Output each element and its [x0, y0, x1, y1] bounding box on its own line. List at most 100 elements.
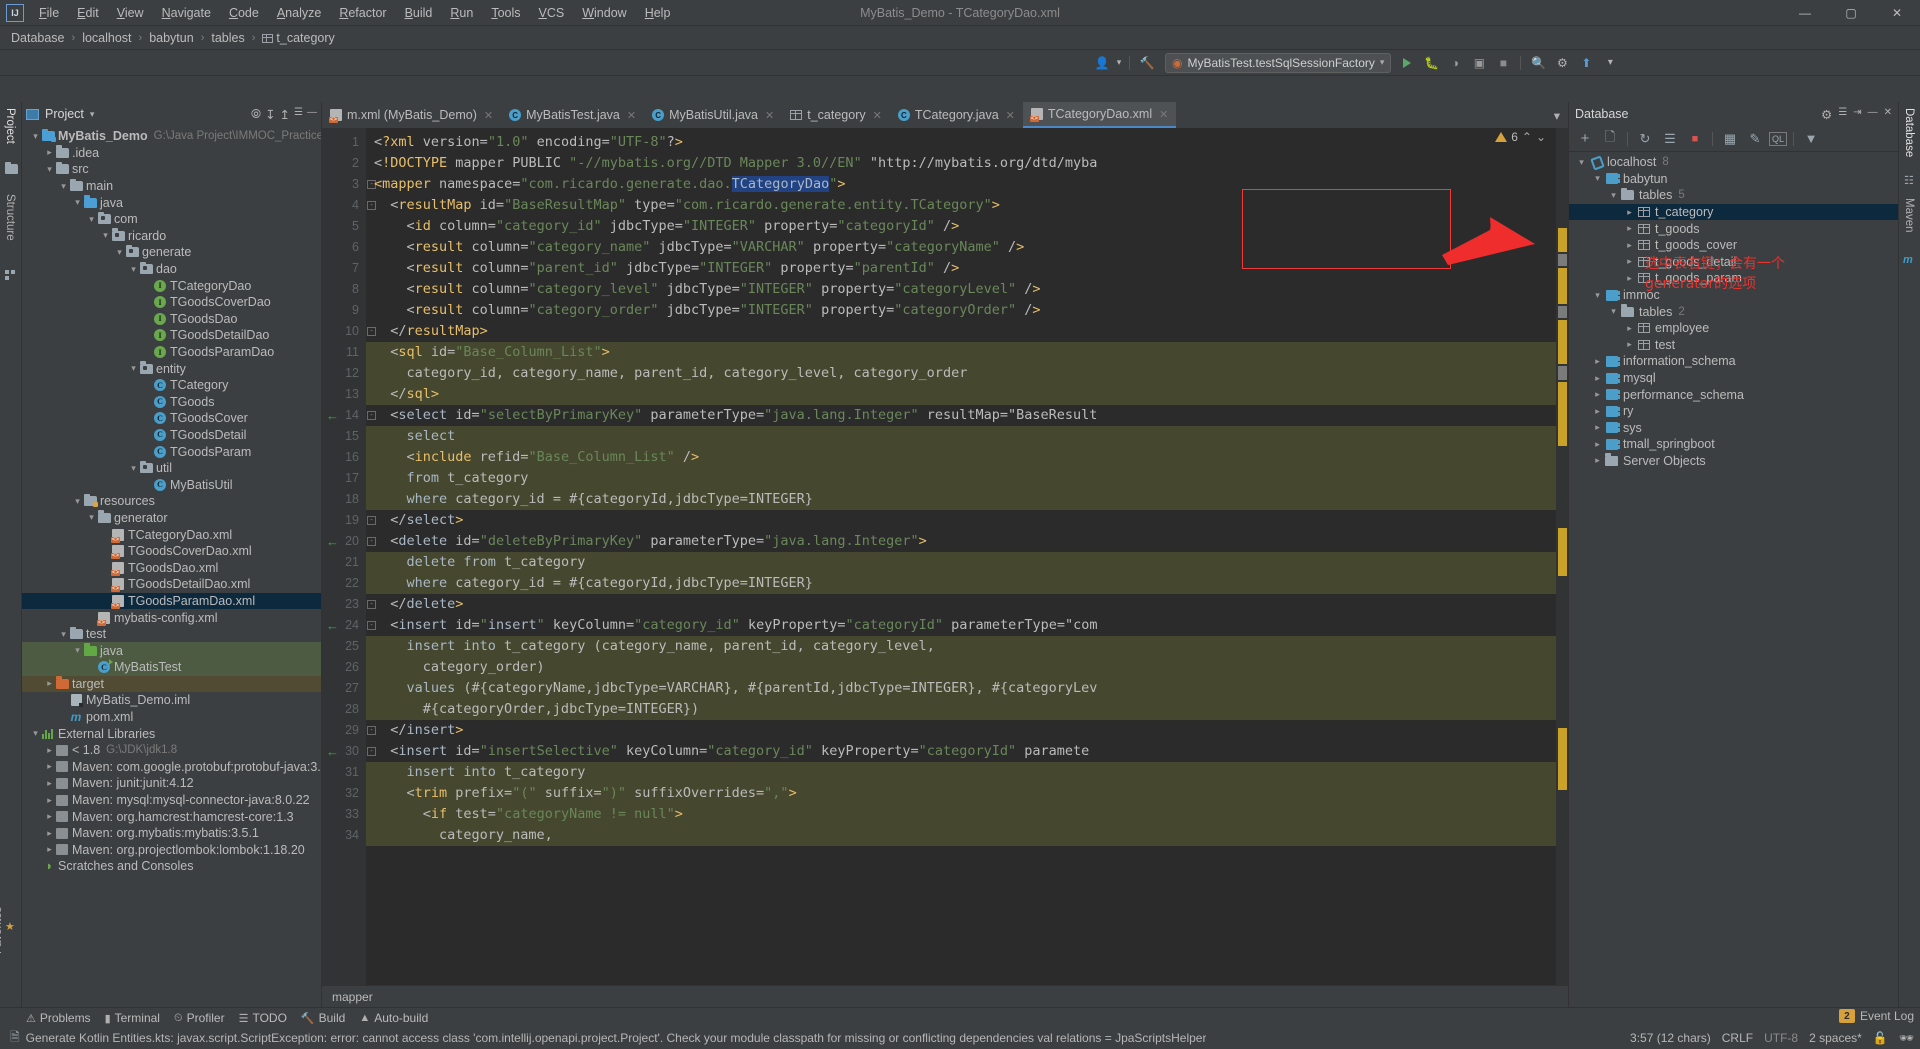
menu-code[interactable]: Code — [220, 3, 268, 23]
menu-tools[interactable]: Tools — [482, 3, 529, 23]
code-line[interactable]: <?xml version="1.0" encoding="UTF-8"?> — [366, 132, 1556, 153]
stripe-button-structure[interactable]: Structure — [4, 194, 16, 241]
window-controls[interactable]: — ▢ ✕ — [1782, 0, 1920, 26]
chevron-right-icon[interactable]: ▸ — [1623, 323, 1636, 334]
database-tree-row[interactable]: ▸ t_goods_param — [1569, 270, 1898, 287]
file-encoding[interactable]: UTF-8 — [1764, 1031, 1798, 1045]
chevron-down-icon[interactable]: ▾ — [1591, 290, 1604, 301]
project-tree-row[interactable]: TGoodsDao.xml — [22, 559, 321, 576]
stop-button[interactable]: ■ — [1491, 52, 1515, 74]
tabs-overflow-icon[interactable]: ▾ — [1546, 102, 1568, 128]
breadcrumb-item-babytun[interactable]: babytun — [146, 30, 196, 46]
project-tree-row[interactable]: C TGoods — [22, 394, 321, 411]
code-line[interactable]: where category_id = #{categoryId,jdbcTyp… — [366, 573, 1556, 594]
chevron-down-icon[interactable]: ▾ — [90, 109, 95, 120]
database-tree-row[interactable]: ▸ performance_schema — [1569, 386, 1898, 403]
chevron-down-icon[interactable]: ▾ — [30, 728, 41, 739]
project-tree-row[interactable]: C TGoodsCover — [22, 410, 321, 427]
overflow-menu-icon[interactable]: ▾ — [1598, 52, 1622, 74]
project-tree-row[interactable]: ▾ External Libraries — [22, 725, 321, 742]
menu-bar[interactable]: File Edit View Navigate Code Analyze Refactor B… — [30, 3, 679, 23]
code-content[interactable]: <?xml version="1.0" encoding="UTF-8"?> <!… — [366, 128, 1556, 985]
project-tree-row[interactable]: ▸ Maven: org.hamcrest:hamcrest-core:1.3 — [22, 808, 321, 825]
profile-button[interactable]: ▣ — [1467, 52, 1491, 74]
editor-scrollbar[interactable] — [1556, 128, 1568, 985]
left-tool-stripe[interactable]: Project Structure Favorites ★ — [0, 102, 22, 1007]
chevron-right-icon[interactable]: ▸ — [44, 795, 55, 806]
code-line[interactable]: category_order) — [366, 657, 1556, 678]
menu-navigate[interactable]: Navigate — [153, 3, 220, 23]
hammer-build-icon[interactable]: 🔨 — [1135, 52, 1159, 74]
code-line[interactable]: </insert> — [366, 720, 1556, 741]
menu-analyze[interactable]: Analyze — [268, 3, 330, 23]
inspection-widget[interactable]: 6 ⌃ ⌄ — [1495, 130, 1546, 144]
project-tree-row[interactable]: TGoodsParamDao.xml — [22, 592, 321, 610]
chevron-right-icon[interactable]: ▸ — [44, 844, 55, 855]
chevron-right-icon[interactable]: ▸ — [1591, 422, 1604, 433]
sql-statement-marker-icon[interactable]: ← — [326, 531, 339, 552]
sql-statement-marker-icon[interactable]: ← — [326, 741, 339, 762]
breadcrumb-item-database[interactable]: Database — [8, 30, 68, 46]
code-line[interactable]: <delete id="deleteByPrimaryKey" paramete… — [366, 531, 1556, 552]
chevron-down-icon[interactable]: ▾ — [100, 230, 111, 241]
database-tree-row[interactable]: ▸ t_goods — [1569, 220, 1898, 237]
project-tree[interactable]: ▾ MyBatis_Demo G:\Java Project\IMMOC_Pract… — [22, 126, 321, 1007]
database-tree-row[interactable]: ▸ information_schema — [1569, 353, 1898, 370]
code-line[interactable]: <select id="selectByPrimaryKey" paramete… — [366, 405, 1556, 426]
database-tree-row[interactable]: ▸ t_goods_detail — [1569, 254, 1898, 271]
chevron-right-icon[interactable]: ▸ — [1623, 256, 1636, 267]
code-line[interactable]: <insert id="insertSelective" keyColumn="… — [366, 741, 1556, 762]
update-project-icon[interactable]: ⬆ — [1574, 52, 1598, 74]
code-line[interactable]: <result column="category_level" jdbcType… — [366, 279, 1556, 300]
chevron-right-icon[interactable]: ▸ — [1591, 439, 1604, 450]
sql-statement-marker-icon[interactable]: ← — [326, 405, 339, 426]
project-tree-row[interactable]: ◑ Scratches and Consoles — [22, 858, 321, 875]
editor-tab-tcategory-java[interactable]: C TCategory.java ✕ — [890, 102, 1023, 128]
code-line[interactable]: #{categoryOrder,jdbcType=INTEGER}) — [366, 699, 1556, 720]
chevron-right-icon[interactable]: ▸ — [44, 745, 55, 756]
project-tree-row[interactable]: ▾ entity — [22, 360, 321, 377]
add-icon[interactable]: + — [1574, 129, 1596, 149]
database-tree[interactable]: ▾ localhost 8 ▾ babytun ▾ tables 5 ▸ t_category ▸ t… — [1569, 152, 1898, 1007]
stripe-button-database[interactable]: Database — [1903, 108, 1915, 157]
tool-button-terminal[interactable]: ▮ Terminal — [105, 1011, 160, 1025]
database-tree-row[interactable]: ▸ mysql — [1569, 370, 1898, 387]
right-tool-stripe[interactable]: Database ☷ Maven m — [1898, 102, 1920, 1007]
expand-all-icon[interactable]: ↧ — [265, 107, 275, 122]
database-tree-row[interactable]: ▸ employee — [1569, 320, 1898, 337]
close-icon[interactable]: ✕ — [765, 109, 774, 122]
code-line[interactable]: <id column="category_id" jdbcType="INTEG… — [366, 216, 1556, 237]
breadcrumb-item-t_category[interactable]: t_category — [259, 30, 337, 46]
scroll-from-source-icon[interactable]: ⦾ — [251, 107, 261, 122]
project-tree-row[interactable]: C MyBatisUtil — [22, 476, 321, 493]
db-minimize-icon[interactable]: — — [1868, 107, 1878, 122]
tool-button-profiler[interactable]: ⏲ Profiler — [174, 1011, 225, 1025]
code-line[interactable]: </resultMap> — [366, 321, 1556, 342]
database-tree-row[interactable]: ▾ immoc — [1569, 287, 1898, 304]
status-message[interactable]: Generate Kotlin Entities.kts: javax.scri… — [26, 1031, 1206, 1045]
database-tree-row[interactable]: ▾ localhost 8 — [1569, 154, 1898, 171]
code-line[interactable]: <trim prefix="(" suffix=")" suffixOverri… — [366, 783, 1556, 804]
code-line[interactable]: select — [366, 426, 1556, 447]
chevron-right-icon[interactable]: ▸ — [1623, 273, 1636, 284]
project-tree-row[interactable]: I TGoodsDetailDao — [22, 327, 321, 344]
chevron-down-icon[interactable]: ▾ — [86, 214, 97, 225]
menu-edit[interactable]: Edit — [68, 3, 108, 23]
chevron-right-icon[interactable]: ▸ — [44, 147, 55, 158]
code-line[interactable]: <include refid="Base_Column_List" /> — [366, 447, 1556, 468]
database-tree-row[interactable]: ▸ t_goods_cover — [1569, 237, 1898, 254]
project-tree-row[interactable]: MyBatis_Demo.iml — [22, 692, 321, 709]
chevron-down-icon[interactable]: ▾ — [30, 131, 41, 142]
table-editor-icon[interactable]: ▦ — [1719, 129, 1741, 149]
project-tree-row[interactable]: ▸ Maven: mysql:mysql-connector-java:8.0.2… — [22, 792, 321, 809]
project-tree-row[interactable]: ▸ Maven: junit:junit:4.12 — [22, 775, 321, 792]
lock-icon[interactable]: 🔓 — [1873, 1031, 1888, 1045]
line-separator[interactable]: CRLF — [1722, 1031, 1753, 1045]
close-icon[interactable]: ✕ — [1159, 108, 1168, 121]
close-icon[interactable]: ✕ — [873, 109, 882, 122]
refresh-icon[interactable]: ↻ — [1634, 129, 1656, 149]
chevron-down-icon[interactable]: ▾ — [58, 181, 69, 192]
db-options-icon[interactable]: ☰ — [1838, 107, 1847, 122]
project-tree-row[interactable]: ▾ util — [22, 460, 321, 477]
chevron-down-icon[interactable]: ▾ — [128, 264, 139, 275]
